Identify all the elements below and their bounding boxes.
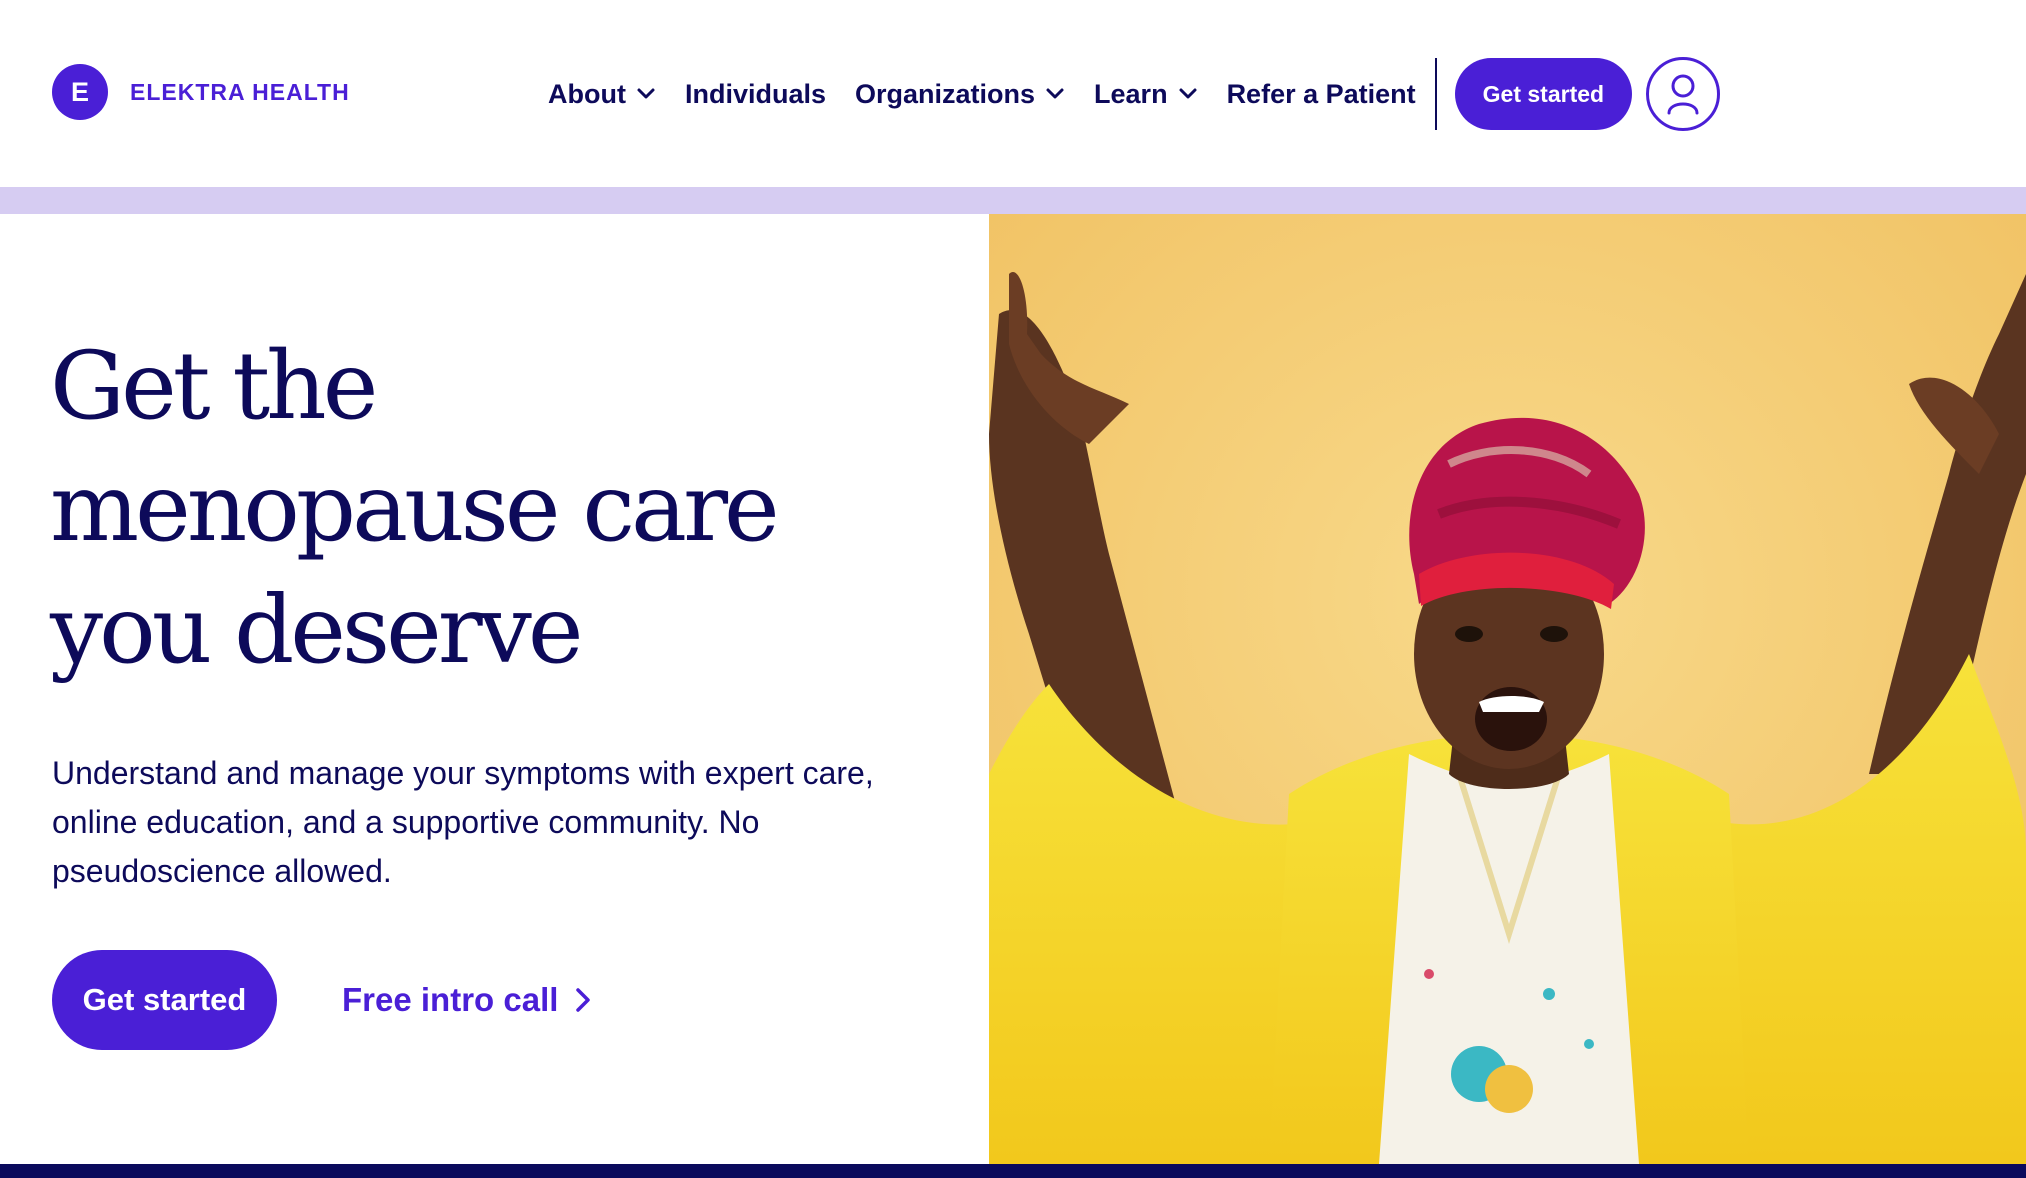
brand-name: ELEKTRA HEALTH — [130, 78, 350, 105]
nav-item-learn[interactable]: Learn — [1094, 79, 1198, 110]
account-button[interactable] — [1646, 57, 1721, 131]
hero-subhead: Understand and manage your symptoms with… — [52, 749, 942, 896]
hero-subhead-line: online education, and a supportive commu… — [52, 804, 760, 840]
nav-item-label: About — [548, 78, 626, 109]
celebrating-woman-image — [989, 214, 2026, 1164]
brand-logo-mark: E — [52, 64, 108, 120]
hero-content: Get the menopause care you deserve Under… — [0, 214, 989, 1164]
nav-item-label: Organizations — [855, 78, 1036, 109]
chevron-down-icon — [1046, 88, 1064, 99]
hero-headline-line: you deserve — [50, 576, 583, 685]
free-intro-call-link[interactable]: Free intro call — [342, 974, 592, 1026]
site-header: E ELEKTRA HEALTH About Individuals Organ… — [0, 0, 2026, 187]
hero-subhead-line: Understand and manage your symptoms with… — [52, 755, 874, 791]
bottom-bar — [0, 1164, 2026, 1178]
hero-photo — [989, 214, 2026, 1164]
nav-item-label: Individuals — [684, 78, 826, 109]
hero-headline-line: menopause care — [50, 454, 780, 563]
main-nav: About Individuals Organizations Learn Re… — [548, 57, 1721, 131]
brand-logo[interactable]: E ELEKTRA HEALTH — [52, 64, 350, 120]
hero-headline: Get the menopause care you deserve — [50, 326, 950, 692]
nav-divider — [1434, 58, 1437, 130]
nav-item-label: Refer a Patient — [1226, 78, 1416, 109]
hero-headline-line: Get the — [50, 332, 378, 441]
chevron-down-icon — [637, 88, 655, 99]
accent-band — [0, 187, 2026, 214]
hero-get-started-button[interactable]: Get started — [52, 950, 277, 1050]
nav-item-about[interactable]: About — [548, 79, 656, 110]
hero-subhead-line: pseudoscience allowed. — [52, 853, 392, 889]
header-get-started-button[interactable]: Get started — [1454, 58, 1633, 130]
chevron-right-icon — [576, 988, 591, 1012]
nav-item-refer-a-patient[interactable]: Refer a Patient — [1227, 79, 1416, 110]
nav-item-label: Learn — [1094, 78, 1168, 109]
free-intro-call-label: Free intro call — [342, 981, 559, 1018]
user-icon — [1667, 74, 1699, 115]
chevron-down-icon — [1179, 88, 1197, 99]
nav-item-individuals[interactable]: Individuals — [685, 79, 826, 110]
nav-item-organizations[interactable]: Organizations — [855, 79, 1065, 110]
